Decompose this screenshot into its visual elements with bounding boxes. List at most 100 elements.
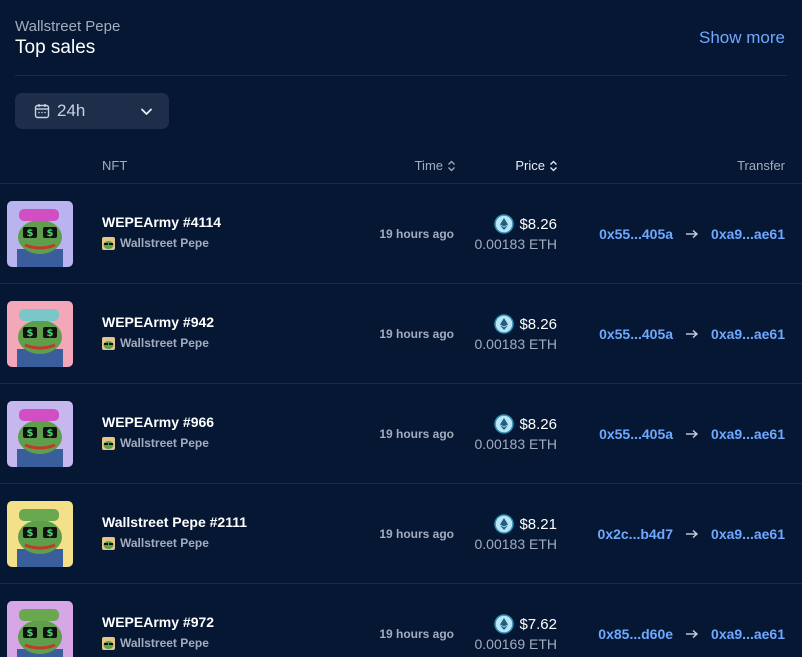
price-usd-value: $8.26 [519,315,557,333]
transfer: 0x85...d60e 0xa9...ae61 [598,626,785,642]
arrow-right-icon [686,229,699,239]
transfer: 0x55...405a 0xa9...ae61 [599,226,785,242]
column-time-label: Time [414,158,443,173]
nft-name[interactable]: WEPEArmy #972 [102,614,214,630]
nft-name[interactable]: WEPEArmy #4114 [102,214,221,230]
sort-icon [550,160,557,171]
nft-thumbnail[interactable]: $ $ [7,301,73,367]
svg-text:$: $ [47,528,54,539]
price-usd: $8.21 [494,514,557,534]
collection-avatar-icon [102,336,115,350]
svg-text:$: $ [27,228,34,239]
nft-thumbnail[interactable]: $ $ [7,501,73,567]
eth-icon [494,614,515,634]
price-eth: 0.00183 ETH [474,436,558,452]
column-price[interactable]: Price [515,158,558,173]
to-address-link[interactable]: 0xa9...ae61 [711,226,785,242]
from-address-link[interactable]: 0x2c...b4d7 [598,526,674,542]
price-eth: 0.00183 ETH [474,536,558,552]
price-usd: $8.26 [494,314,557,334]
collection-link[interactable]: Wallstreet Pepe [102,236,209,250]
arrow-right-icon [686,629,699,639]
price-eth: 0.00169 ETH [474,636,558,652]
collection-avatar-icon [102,436,115,450]
table-row[interactable]: $ $ Wallstreet Pepe #2111 Wallstreet Pep… [0,484,802,584]
show-more-link[interactable]: Show more [699,28,785,48]
eth-icon [494,514,515,534]
column-price-label: Price [515,158,545,173]
nft-name[interactable]: WEPEArmy #942 [102,314,214,330]
to-address-link[interactable]: 0xa9...ae61 [711,526,785,542]
collection-name: Wallstreet Pepe [15,18,121,35]
collection-name-label: Wallstreet Pepe [120,536,209,550]
eth-icon [494,414,515,434]
collection-link[interactable]: Wallstreet Pepe [102,536,209,550]
collection-name-label: Wallstreet Pepe [120,336,209,350]
table-row[interactable]: $ $ WEPEArmy #942 Wallstreet Pepe 19 hou… [0,284,802,384]
period-label: 24h [57,101,86,120]
calendar-icon [34,104,50,119]
table-row[interactable]: $ $ WEPEArmy #972 Wallstreet Pepe 19 hou… [0,584,802,657]
from-address-link[interactable]: 0x55...405a [599,426,673,442]
collection-avatar-icon [102,236,115,250]
arrow-right-icon [686,329,699,339]
sale-time: 19 hours ago [379,227,454,241]
to-address-link[interactable]: 0xa9...ae61 [711,626,785,642]
sales-list: $ $ WEPEArmy #4114 Wallstreet Pepe 19 ho… [0,184,802,657]
collection-name-label: Wallstreet Pepe [120,436,209,450]
from-address-link[interactable]: 0x85...d60e [598,626,673,642]
price-usd-value: $8.21 [519,515,557,533]
price-eth: 0.00183 ETH [474,336,558,352]
column-time[interactable]: Time [415,158,456,173]
nft-name[interactable]: Wallstreet Pepe #2111 [102,514,247,530]
price-usd-value: $8.26 [519,215,557,233]
price-usd: $7.62 [494,614,557,634]
price-usd: $8.26 [494,414,557,434]
price-usd-value: $8.26 [519,415,557,433]
page-title: Top sales [15,37,96,58]
nft-thumbnail[interactable]: $ $ [7,201,73,267]
sale-time: 19 hours ago [379,527,454,541]
collection-link[interactable]: Wallstreet Pepe [102,636,209,650]
transfer: 0x55...405a 0xa9...ae61 [599,326,785,342]
table-header: NFT Time Price Transfer [0,150,802,183]
nft-name[interactable]: WEPEArmy #966 [102,414,214,430]
top-sales-panel: Wallstreet Pepe Top sales Show more 24h … [0,0,802,657]
nft-thumbnail[interactable]: $ $ [7,601,73,657]
sale-time: 19 hours ago [379,427,454,441]
column-nft: NFT [102,158,128,173]
column-transfer: Transfer [737,158,785,173]
svg-text:$: $ [27,528,34,539]
svg-text:$: $ [47,328,54,339]
collection-link[interactable]: Wallstreet Pepe [102,336,209,350]
svg-text:$: $ [27,428,34,439]
price-eth: 0.00183 ETH [474,236,558,252]
chevron-down-icon [141,108,152,115]
eth-icon [494,314,515,334]
sort-icon [448,160,455,171]
from-address-link[interactable]: 0x55...405a [599,226,673,242]
period-dropdown[interactable]: 24h [15,93,169,129]
sale-time: 19 hours ago [379,327,454,341]
collection-name-label: Wallstreet Pepe [120,636,209,650]
transfer: 0x2c...b4d7 0xa9...ae61 [598,526,785,542]
collection-link[interactable]: Wallstreet Pepe [102,436,209,450]
arrow-right-icon [686,529,699,539]
svg-text:$: $ [27,628,34,639]
collection-avatar-icon [102,636,115,650]
divider [15,75,787,76]
sale-time: 19 hours ago [379,627,454,641]
arrow-right-icon [686,429,699,439]
svg-text:$: $ [47,428,54,439]
eth-icon [494,214,515,234]
svg-text:$: $ [47,228,54,239]
table-row[interactable]: $ $ WEPEArmy #4114 Wallstreet Pepe 19 ho… [0,184,802,284]
svg-text:$: $ [47,628,54,639]
to-address-link[interactable]: 0xa9...ae61 [711,426,785,442]
table-row[interactable]: $ $ WEPEArmy #966 Wallstreet Pepe 19 hou… [0,384,802,484]
from-address-link[interactable]: 0x55...405a [599,326,673,342]
nft-thumbnail[interactable]: $ $ [7,401,73,467]
transfer: 0x55...405a 0xa9...ae61 [599,426,785,442]
collection-name-label: Wallstreet Pepe [120,236,209,250]
to-address-link[interactable]: 0xa9...ae61 [711,326,785,342]
